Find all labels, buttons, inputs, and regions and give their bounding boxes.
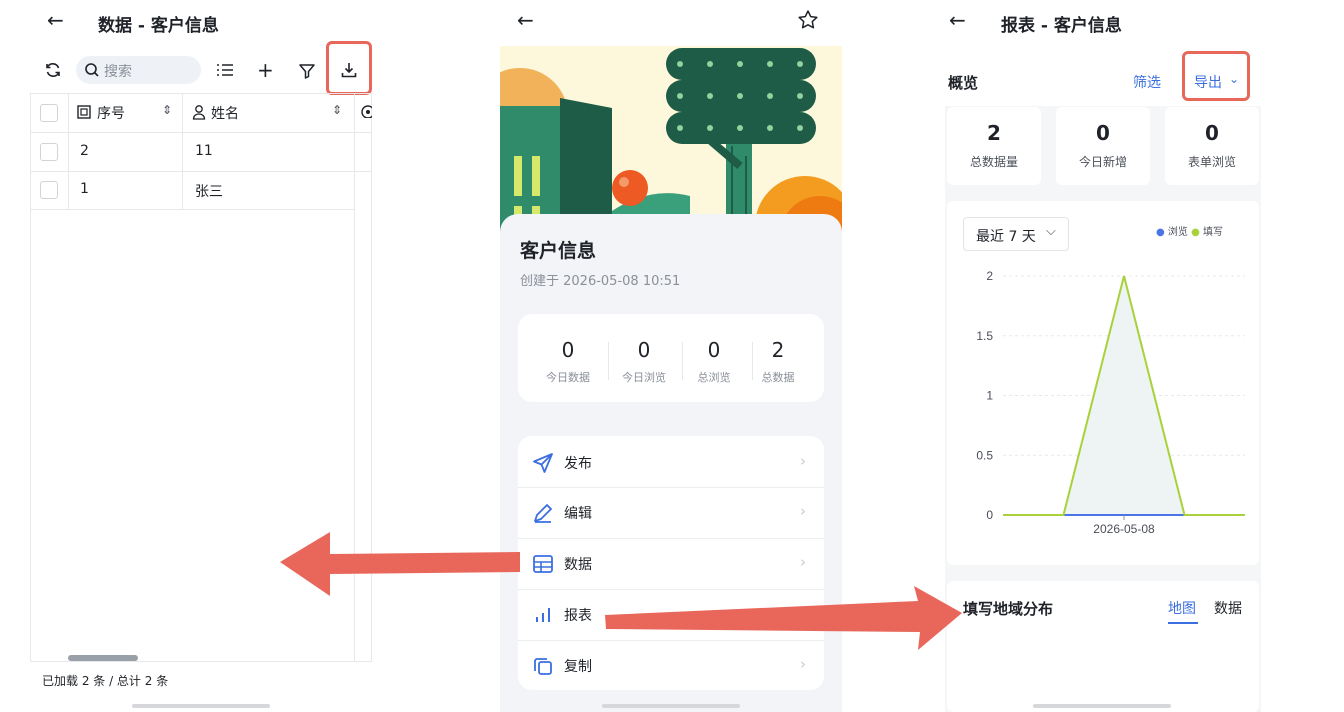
arrow-to-data-panel [280,532,520,596]
arrow-to-report-panel [605,586,962,650]
annotation-arrows [280,532,962,650]
